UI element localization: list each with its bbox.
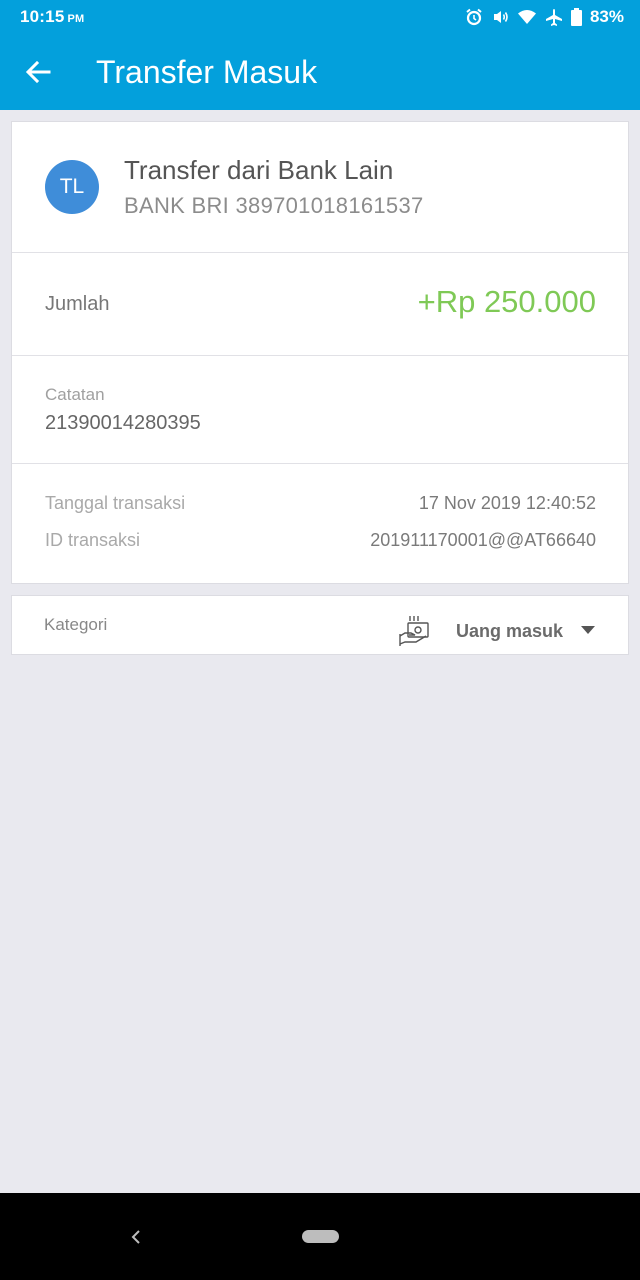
amount-value: +Rp 250.000 [417, 284, 596, 319]
status-icons: 83% [465, 7, 624, 27]
sender-section: TL Transfer dari Bank Lain BANK BRI 3897… [12, 122, 628, 253]
nav-home-pill[interactable] [302, 1230, 339, 1243]
system-nav-bar [0, 1193, 640, 1280]
dropdown-caret-icon [581, 621, 595, 639]
status-time-value: 10:15 [20, 7, 65, 26]
category-selector[interactable]: Kategori Uang masuk [11, 595, 629, 655]
date-value: 17 Nov 2019 12:40:52 [418, 493, 596, 513]
status-time-ampm: PM [67, 13, 85, 25]
status-bar: 10:15 PM 83% [0, 0, 640, 34]
back-button[interactable] [0, 34, 76, 110]
vibrate-icon [491, 8, 509, 26]
airplane-icon [545, 8, 563, 26]
sender-name: Transfer dari Bank Lain [124, 155, 394, 185]
wifi-icon [517, 8, 537, 26]
page-title: Transfer Masuk [96, 53, 318, 90]
transaction-card: TL Transfer dari Bank Lain BANK BRI 3897… [11, 121, 629, 584]
amount-section: Jumlah +Rp 250.000 [12, 253, 628, 356]
app-bar: Transfer Masuk [0, 34, 640, 110]
battery-percent: 83% [589, 7, 624, 26]
avatar: TL [45, 160, 99, 214]
date-label: Tanggal transaksi [45, 493, 186, 513]
battery-icon [570, 8, 582, 26]
nav-back-icon[interactable] [128, 1226, 144, 1253]
id-label: ID transaksi [45, 530, 141, 550]
meta-section: Tanggal transaksi 17 Nov 2019 12:40:52 I… [12, 464, 628, 584]
note-label: Catatan [45, 385, 105, 404]
money-hand-icon [398, 614, 432, 653]
arrow-left-icon [25, 61, 51, 83]
id-value: 201911170001@@AT66640 [370, 530, 596, 550]
category-label: Kategori [44, 615, 108, 634]
category-value: Uang masuk [456, 621, 564, 641]
amount-label: Jumlah [45, 293, 110, 315]
status-time: 10:15 PM [20, 7, 84, 27]
note-value: 21390014280395 [45, 412, 201, 434]
alarm-icon [465, 8, 483, 26]
sender-account: BANK BRI 389701018161537 [124, 193, 424, 218]
note-section: Catatan 21390014280395 [12, 356, 628, 464]
